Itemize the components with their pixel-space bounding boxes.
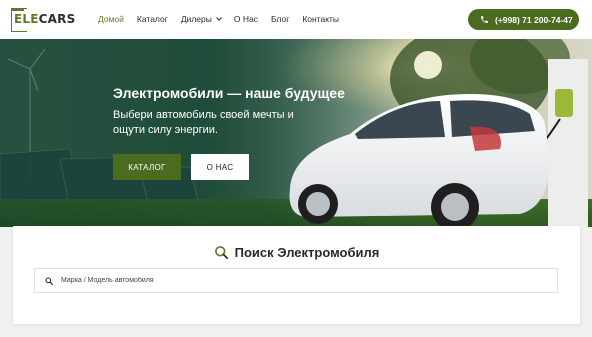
nav-item-blog[interactable]: Блог [271, 14, 289, 24]
hero-banner: Электромобили — наше будущее Выбери авто… [0, 39, 592, 227]
logo-text-cars: CARS [38, 12, 76, 26]
nav-item-catalog[interactable]: Каталог [137, 14, 168, 24]
phone-button[interactable]: (+998) 71 200-74-47 [468, 9, 579, 30]
logo-text-ele: ELE [14, 12, 39, 26]
nav-label: Дилеры [180, 14, 212, 24]
about-button[interactable]: О НАС [191, 154, 249, 180]
main-nav: Домой Каталог Дилеры О Нас Блог Контакты [98, 14, 352, 24]
nav-item-about[interactable]: О Нас [234, 14, 258, 24]
logo[interactable]: ELECARS [11, 8, 75, 32]
nav-label: Блог [270, 14, 290, 24]
magnifier-icon [45, 277, 53, 285]
nav-label: Домой [98, 14, 124, 24]
phone-icon [481, 16, 488, 23]
search-title: Поиск Электромобиля [234, 245, 380, 260]
chevron-down-icon [216, 14, 222, 21]
search-panel: Поиск Электромобиля [13, 226, 580, 324]
hero-title: Электромобили — наше будущее [113, 85, 345, 101]
nav-item-dealers[interactable]: Дилеры [180, 14, 222, 24]
site-header: ELECARS Домой Каталог Дилеры О Нас Блог … [0, 0, 592, 39]
logo-text: ELECARS [14, 12, 75, 26]
search-input[interactable] [61, 277, 541, 284]
nav-item-contacts[interactable]: Контакты [302, 14, 339, 24]
nav-label: О Нас [233, 14, 258, 24]
hero-subtitle: Выбери автомобиль своей мечты и ощути си… [113, 109, 294, 136]
search-field[interactable] [34, 268, 558, 293]
nav-label: Контакты [302, 14, 340, 24]
nav-label: Каталог [136, 14, 168, 24]
search-icon [214, 246, 228, 259]
nav-item-home[interactable]: Домой [98, 14, 124, 24]
search-heading: Поиск Электромобиля [13, 245, 580, 260]
catalog-button[interactable]: КАТАЛОГ [113, 154, 181, 180]
phone-number: (+998) 71 200-74-47 [495, 14, 573, 25]
